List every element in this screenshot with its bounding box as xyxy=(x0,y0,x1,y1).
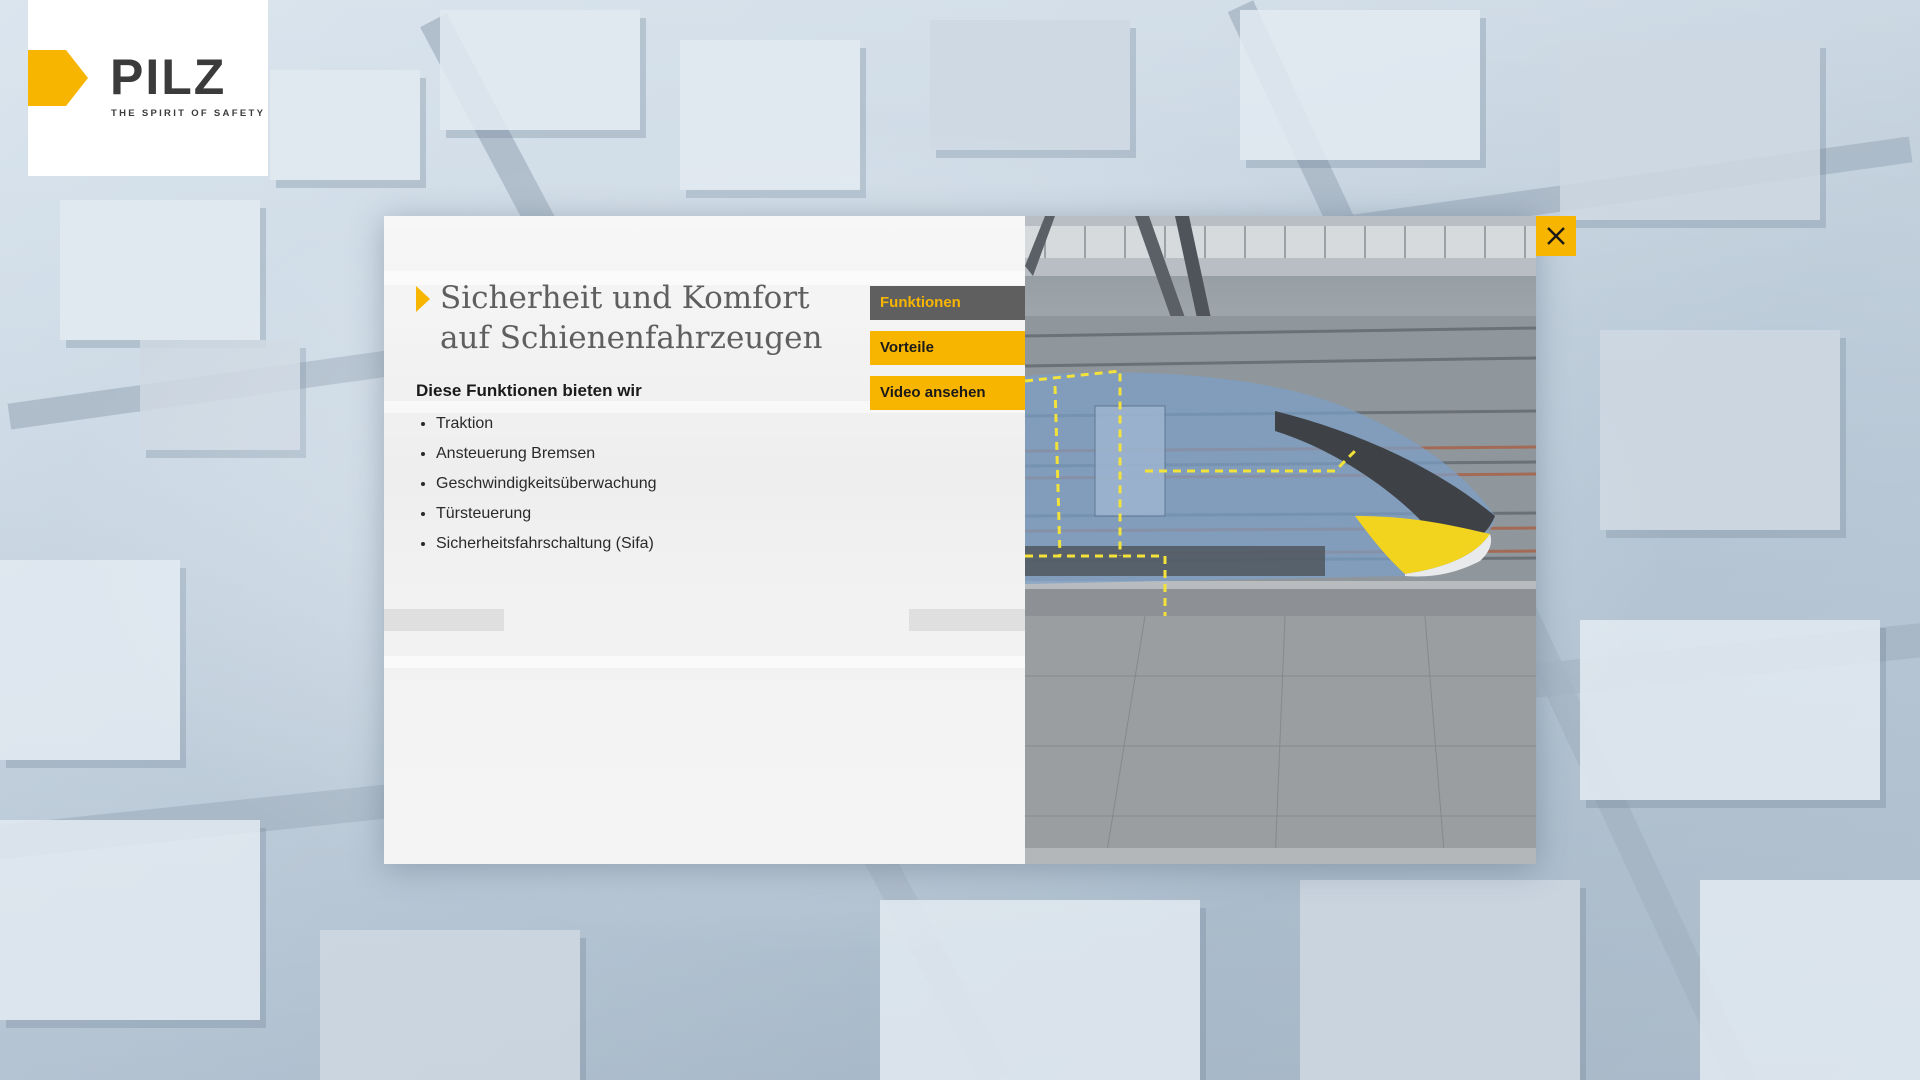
tab-video-ansehen[interactable]: Video ansehen xyxy=(870,376,1025,410)
tab-vorteile[interactable]: Vorteile xyxy=(870,331,1025,365)
list-item: Traktion xyxy=(436,414,657,434)
train-illustration-icon xyxy=(1025,216,1536,864)
modal-title: Sicherheit und Komfort auf Schienenfahrz… xyxy=(440,280,823,356)
title-arrow-icon xyxy=(416,286,430,312)
modal-tabs: Funktionen Vorteile Video ansehen xyxy=(870,286,1025,421)
list-item: Türsteuerung xyxy=(436,504,657,524)
close-icon xyxy=(1547,227,1565,245)
features-heading: Diese Funktionen bieten wir xyxy=(416,381,642,400)
train-illustration xyxy=(1025,216,1536,864)
list-item: Geschwindigkeitsüberwachung xyxy=(436,474,657,494)
logo-tagline: THE SPIRIT OF SAFETY xyxy=(111,108,266,119)
modal-content-panel: Sicherheit und Komfort auf Schienenfahrz… xyxy=(384,216,1025,864)
features-list: Traktion Ansteuerung Bremsen Geschwindig… xyxy=(416,414,657,564)
pilz-logo[interactable]: PILZ THE SPIRIT OF SAFETY xyxy=(28,0,268,176)
list-item: Ansteuerung Bremsen xyxy=(436,444,657,464)
tab-funktionen[interactable]: Funktionen xyxy=(870,286,1025,320)
info-modal: Sicherheit und Komfort auf Schienenfahrz… xyxy=(384,216,1576,864)
list-item: Sicherheitsfahrschaltung (Sifa) xyxy=(436,534,657,554)
logo-wordmark: PILZ xyxy=(110,49,227,105)
close-button[interactable] xyxy=(1536,216,1576,256)
logo-arrow-icon xyxy=(28,50,88,106)
